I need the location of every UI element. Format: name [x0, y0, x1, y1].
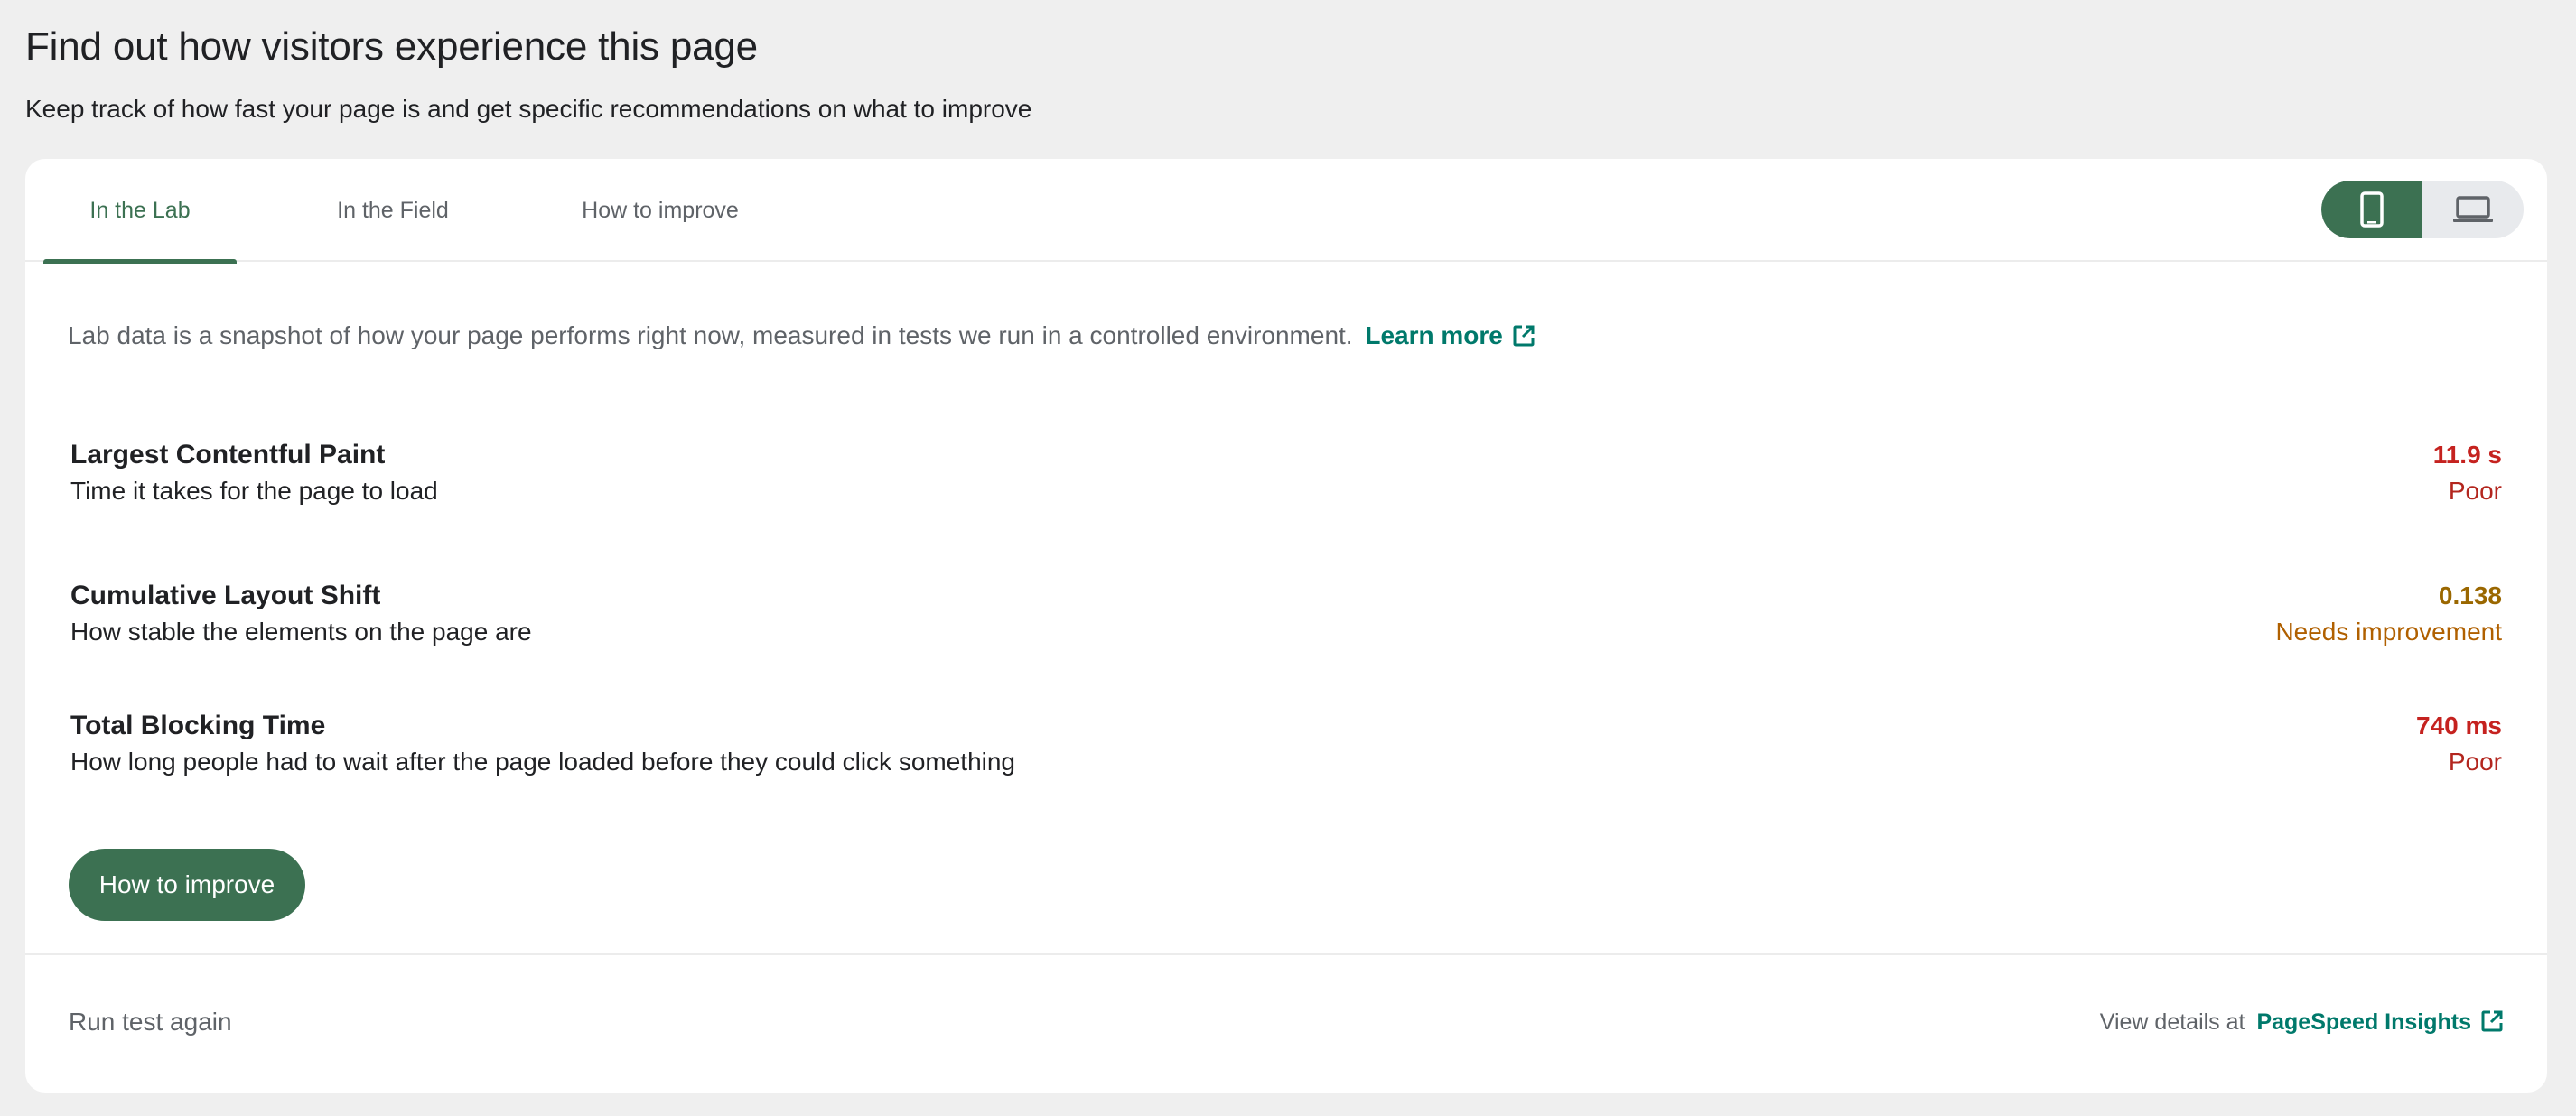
metric-name: Cumulative Layout Shift: [70, 581, 381, 610]
metric-value: 740 ms: [2416, 711, 2502, 739]
tab-in-the-lab[interactable]: In the Lab: [43, 159, 237, 264]
tab-bar: In the Lab In the Field How to improve: [25, 159, 2547, 264]
metric-tbt: Total Blocking Time How long people had …: [70, 710, 2502, 778]
page-header: Find out how visitors experience this pa…: [25, 20, 1031, 125]
page-subtitle: Keep track of how fast your page is and …: [25, 95, 1032, 123]
metric-value: 0.138: [2438, 581, 2502, 609]
lab-data-intro: Lab data is a snapshot of how your page …: [68, 320, 1535, 352]
metric-description: How long people had to wait after the pa…: [70, 748, 1016, 776]
metric-cls: Cumulative Layout Shift How stable the e…: [70, 580, 2502, 648]
laptop-icon: [2453, 196, 2493, 222]
metric-rating: Poor: [2448, 748, 2502, 776]
performance-card: In the Lab In the Field How to improve L…: [25, 159, 2547, 1093]
run-test-again-button[interactable]: Run test again: [69, 1006, 232, 1038]
external-link-icon: [1513, 325, 1535, 347]
phone-icon: [2360, 191, 2384, 228]
metric-description: How stable the elements on the page are: [70, 618, 532, 646]
view-details-prefix: View details at: [2099, 1009, 2245, 1035]
mobile-device-button[interactable]: [2321, 181, 2422, 238]
metric-rating: Needs improvement: [2275, 618, 2502, 646]
pagespeed-insights-label: PageSpeed Insights: [2256, 1009, 2471, 1035]
metric-lcp: Largest Contentful Paint Time it takes f…: [70, 439, 2502, 507]
intro-text: Lab data is a snapshot of how your page …: [68, 321, 1353, 349]
learn-more-link[interactable]: Learn more: [1365, 321, 1535, 349]
desktop-device-button[interactable]: [2422, 181, 2524, 238]
view-details: View details at PageSpeed Insights: [2100, 1006, 2504, 1038]
external-link-icon: [2481, 1010, 2503, 1032]
footer-divider: [25, 953, 2547, 955]
metric-name: Total Blocking Time: [70, 711, 326, 740]
metric-description: Time it takes for the page to load: [70, 477, 438, 505]
how-to-improve-button[interactable]: How to improve: [69, 849, 305, 921]
metric-value: 11.9 s: [2432, 441, 2502, 469]
metric-rating: Poor: [2448, 477, 2502, 505]
page-title: Find out how visitors experience this pa…: [25, 24, 758, 69]
tab-how-to-improve[interactable]: How to improve: [538, 159, 782, 262]
tab-in-the-field[interactable]: In the Field: [296, 159, 490, 262]
metric-name: Largest Contentful Paint: [70, 440, 386, 470]
device-toggle: [2321, 181, 2524, 238]
learn-more-label: Learn more: [1365, 321, 1503, 349]
pagespeed-insights-link[interactable]: PageSpeed Insights: [2256, 1009, 2504, 1035]
